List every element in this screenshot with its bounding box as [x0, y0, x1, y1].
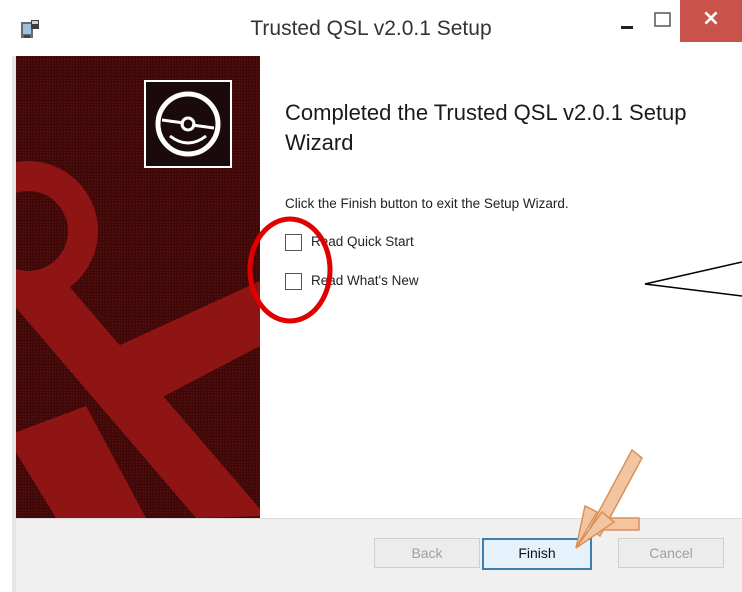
setup-window: Trusted QSL v2.0.1 Setup × Completed the… — [0, 0, 742, 592]
maximize-icon[interactable] — [650, 8, 676, 34]
cancel-button[interactable]: Cancel — [618, 538, 724, 568]
wizard-banner — [16, 56, 260, 518]
finish-button[interactable]: Finish — [482, 538, 592, 570]
page-title: Completed the Trusted QSL v2.0.1 Setup W… — [285, 100, 687, 155]
back-button[interactable]: Back — [374, 538, 480, 568]
checkbox-label[interactable]: Read What's New — [311, 273, 419, 288]
instruction-text: Click the Finish button to exit the Setu… — [285, 196, 569, 211]
close-icon[interactable]: × — [680, 0, 742, 42]
checkbox-box[interactable] — [285, 273, 302, 290]
title-bar: Trusted QSL v2.0.1 Setup × — [0, 0, 742, 56]
minimize-icon[interactable] — [612, 8, 642, 38]
checkbox-label[interactable]: Read Quick Start — [311, 234, 414, 249]
disc-icon — [144, 80, 232, 168]
checkbox-box[interactable] — [285, 234, 302, 251]
